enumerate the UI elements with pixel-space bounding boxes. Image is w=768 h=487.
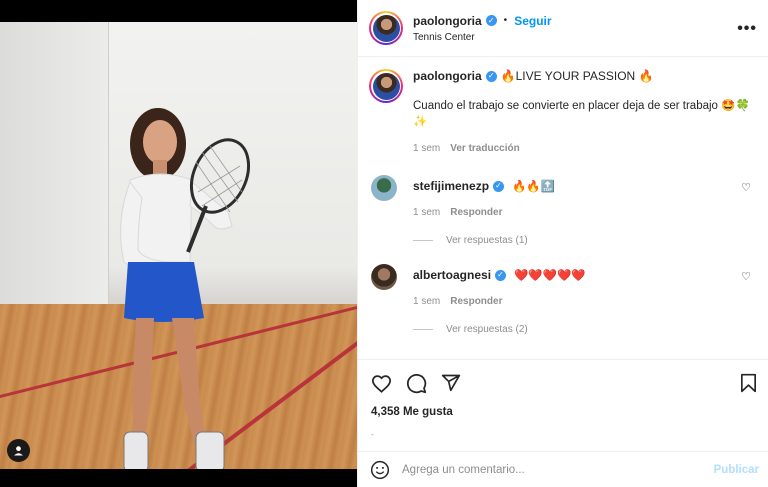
tag-user-button[interactable] xyxy=(7,439,30,462)
separator-dot: • xyxy=(503,15,508,26)
translate-button[interactable]: Ver traducción xyxy=(450,143,519,154)
reply-button[interactable]: Responder xyxy=(450,296,502,307)
publish-button[interactable]: Publicar xyxy=(714,464,759,476)
caption-username[interactable]: paolongoria xyxy=(413,69,482,83)
emoji-icon[interactable] xyxy=(370,460,390,480)
post-media xyxy=(0,0,357,487)
caption-avatar[interactable] xyxy=(369,69,403,103)
bookmark-icon xyxy=(740,373,756,393)
post-side-panel: paolongoria ✓ • Seguir Tennis Center ••• xyxy=(357,0,768,487)
reply-button[interactable]: Responder xyxy=(450,207,502,218)
verified-icon: ✓ xyxy=(485,15,497,26)
comment-item: stefijimenezp ✓ 🔥🔥🔝 1 sem Responder Ver … xyxy=(369,175,759,246)
comment-item: albertoagnesi ✓ ❤️❤️❤️❤️❤️ 1 sem Respond… xyxy=(369,264,759,335)
comment-username[interactable]: albertoagnesi xyxy=(413,268,491,282)
header-username[interactable]: paolongoria xyxy=(413,14,482,28)
post-header: paolongoria ✓ • Seguir Tennis Center ••• xyxy=(358,0,768,57)
caption-text: Cuando el trabajo se convierte en placer… xyxy=(413,100,750,128)
comment-text: 🔥🔥🔝 xyxy=(512,181,555,193)
view-replies-label: Ver respuestas (1) xyxy=(446,235,528,246)
verified-icon: ✓ xyxy=(485,70,497,82)
save-button[interactable] xyxy=(737,372,759,394)
likes-count[interactable]: 4,358 Me gusta xyxy=(371,406,453,418)
comment-icon xyxy=(406,373,426,393)
caption-time[interactable]: 1 sem xyxy=(413,143,440,154)
comments-list[interactable]: paolongoria ✓ 🔥LIVE YOUR PASSION 🔥 Cuand… xyxy=(358,57,768,359)
comment-time[interactable]: 1 sem xyxy=(413,296,440,307)
post-actions: 4,358 Me gusta - xyxy=(358,359,768,449)
share-icon xyxy=(441,374,461,392)
comment-username[interactable]: stefijimenezp xyxy=(413,179,489,193)
avatar[interactable] xyxy=(369,11,403,45)
player-figure xyxy=(120,108,251,469)
post-date: - xyxy=(371,430,374,439)
add-comment-form: Publicar xyxy=(358,451,768,487)
follow-button[interactable]: Seguir xyxy=(514,14,551,28)
like-button[interactable] xyxy=(370,372,392,394)
caption-title: 🔥LIVE YOUR PASSION 🔥 xyxy=(500,69,654,83)
view-replies-button[interactable]: Ver respuestas (2) xyxy=(413,324,733,335)
more-options-button[interactable]: ••• xyxy=(737,20,757,38)
view-replies-label: Ver respuestas (2) xyxy=(446,324,528,335)
comment-avatar[interactable] xyxy=(371,175,397,201)
comment-time[interactable]: 1 sem xyxy=(413,207,440,218)
comment-like-icon[interactable]: ♡ xyxy=(741,181,751,194)
comment-text: ❤️❤️❤️❤️❤️ xyxy=(514,270,586,282)
share-button[interactable] xyxy=(440,372,462,394)
verified-icon: ✓ xyxy=(493,180,505,192)
user-tag-icon xyxy=(14,446,23,456)
comment-avatar[interactable] xyxy=(371,264,397,290)
comment-input[interactable] xyxy=(402,463,692,476)
verified-icon: ✓ xyxy=(495,269,507,281)
comment-button[interactable] xyxy=(405,372,427,394)
heart-icon xyxy=(371,374,391,393)
comment-like-icon[interactable]: ♡ xyxy=(741,270,751,283)
location-link[interactable]: Tennis Center xyxy=(413,32,552,43)
post-photo[interactable] xyxy=(0,22,357,469)
view-replies-button[interactable]: Ver respuestas (1) xyxy=(413,235,733,246)
post-caption: paolongoria ✓ 🔥LIVE YOUR PASSION 🔥 Cuand… xyxy=(369,69,759,154)
instagram-post-modal: paolongoria ✓ • Seguir Tennis Center ••• xyxy=(0,0,768,487)
